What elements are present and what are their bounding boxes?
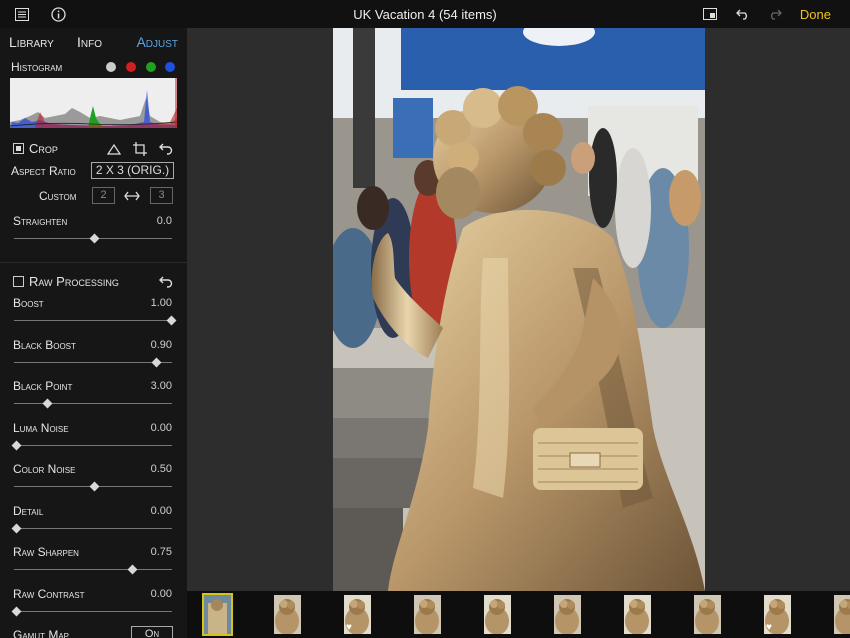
filmstrip-thumbnail[interactable]: [694, 595, 721, 634]
luma-noise-slider-knob[interactable]: [11, 440, 22, 450]
filmstrip-thumbnail[interactable]: [414, 595, 441, 634]
gamut-map-toggle[interactable]: On: [131, 626, 173, 638]
histogram-graph: [10, 78, 177, 128]
crop-tool-icon[interactable]: [130, 139, 150, 159]
swap-arrows-icon[interactable]: [122, 186, 142, 206]
done-button[interactable]: Done: [800, 7, 831, 22]
detail-slider-knob[interactable]: [11, 523, 22, 533]
aspect-ratio-select[interactable]: 2 X 3 (ORIG.): [91, 162, 174, 179]
crop-label: Crop: [29, 141, 58, 156]
straighten-triangle-icon[interactable]: [104, 139, 124, 159]
raw-sharpen-label: Raw Sharpen: [13, 545, 79, 559]
black-boost-slider[interactable]: [14, 357, 172, 368]
custom-height-input[interactable]: 3: [150, 187, 173, 204]
histogram-luminance-toggle[interactable]: [106, 62, 116, 72]
black-point-label: Black Point: [13, 379, 73, 393]
raw-sharpen-slider-knob[interactable]: [127, 564, 138, 575]
luma-noise-label: Luma Noise: [13, 420, 69, 435]
black-boost-slider-knob[interactable]: [151, 357, 161, 367]
straighten-value: 0.0: [156, 215, 172, 227]
color-noise-value: 0.50: [150, 463, 172, 475]
luma-noise-value: 0.00: [150, 421, 172, 434]
filmstrip-thumbnail[interactable]: [624, 595, 651, 634]
custom-label: Custom: [39, 189, 77, 203]
luma-noise-slider[interactable]: [11, 440, 172, 451]
straighten-label: Straighten: [13, 214, 68, 228]
aspect-ratio-label: Aspect Ratio: [11, 164, 76, 178]
tab-library[interactable]: Library: [9, 34, 54, 50]
filmstrip-thumbnail[interactable]: [834, 595, 850, 634]
filmstrip[interactable]: ♥ ♥: [187, 591, 850, 638]
boost-label: Boost: [13, 296, 44, 310]
undo-icon[interactable]: [733, 4, 753, 24]
filmstrip-thumbnail[interactable]: [554, 595, 581, 634]
straighten-slider-knob[interactable]: [89, 233, 99, 244]
compare-view-icon[interactable]: [700, 4, 720, 24]
boost-slider-knob[interactable]: [166, 315, 177, 326]
histogram-label: Histogram: [11, 60, 63, 74]
detail-slider[interactable]: [11, 523, 172, 534]
gamut-map-label: Gamut Map: [13, 628, 69, 638]
histogram-red-toggle[interactable]: [126, 62, 136, 72]
filmstrip-thumbnail[interactable]: ♥: [344, 595, 371, 634]
color-noise-label: Color Noise: [13, 462, 76, 476]
sidebar-tabs: Library Info Adjust: [9, 34, 179, 52]
raw-contrast-label: Raw Contrast: [13, 586, 85, 601]
color-noise-slider-knob[interactable]: [89, 481, 99, 492]
raw-sharpen-slider[interactable]: [14, 564, 172, 575]
adjust-sidebar: Library Info Adjust Histogram Crop Aspec…: [0, 28, 187, 638]
black-point-value: 3.00: [150, 380, 172, 392]
filmstrip-thumbnail[interactable]: ♥: [764, 595, 791, 634]
boost-slider[interactable]: [14, 315, 177, 326]
detail-value: 0.00: [150, 504, 172, 517]
favorite-heart-icon: ♥: [766, 622, 772, 633]
section-divider: [0, 262, 187, 263]
tab-adjust[interactable]: Adjust: [136, 34, 178, 50]
favorite-heart-icon: ♥: [346, 622, 352, 633]
top-toolbar: UK Vacation 4 (54 items) Done: [0, 0, 850, 28]
redo-icon[interactable]: [765, 4, 785, 24]
tab-info[interactable]: Info: [77, 34, 102, 50]
crop-reset-icon[interactable]: [156, 139, 176, 159]
photo-canvas[interactable]: [187, 28, 850, 591]
raw-sharpen-value: 0.75: [150, 546, 172, 558]
black-boost-value: 0.90: [150, 338, 172, 351]
filmstrip-thumbnail[interactable]: [202, 593, 233, 636]
main-photo[interactable]: [333, 28, 705, 591]
raw-processing-label: Raw Processing: [29, 274, 119, 289]
straighten-slider[interactable]: [14, 233, 172, 244]
filmstrip-thumbnail[interactable]: [484, 595, 511, 634]
black-point-slider-knob[interactable]: [42, 398, 53, 409]
filmstrip-thumbnail[interactable]: [274, 595, 301, 634]
color-noise-slider[interactable]: [14, 481, 172, 492]
custom-width-input[interactable]: 2: [92, 187, 115, 204]
crop-checkbox[interactable]: [13, 143, 24, 154]
window-title: UK Vacation 4 (54 items): [353, 7, 497, 22]
black-point-slider[interactable]: [14, 398, 172, 409]
raw-contrast-slider-knob[interactable]: [11, 606, 22, 616]
raw-processing-checkbox[interactable]: [13, 276, 24, 287]
histogram-green-toggle[interactable]: [146, 62, 156, 72]
raw-contrast-slider[interactable]: [11, 606, 172, 617]
histogram-blue-toggle[interactable]: [165, 62, 175, 72]
detail-label: Detail: [13, 503, 44, 518]
black-boost-label: Black Boost: [13, 337, 76, 352]
raw-contrast-value: 0.00: [150, 587, 172, 600]
boost-value: 1.00: [150, 297, 172, 309]
raw-reset-icon[interactable]: [156, 272, 176, 292]
